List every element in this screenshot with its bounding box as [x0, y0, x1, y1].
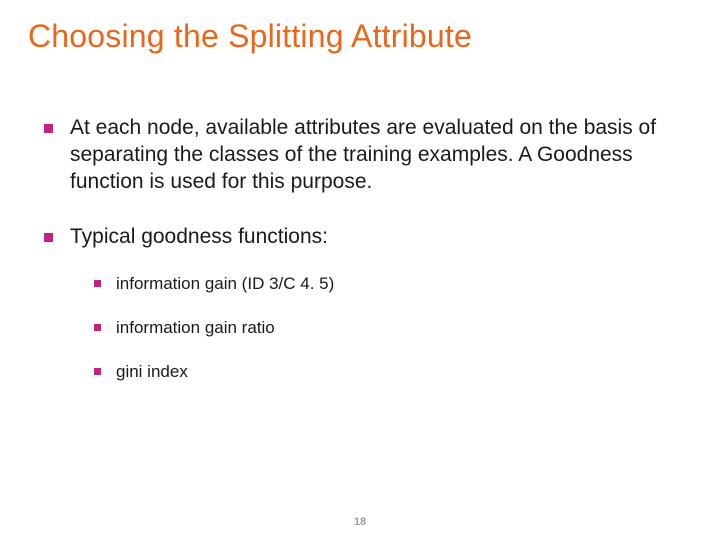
bullet-text: At each node, available attributes are e… [70, 116, 656, 193]
slide: Choosing the Splitting Attribute At each… [0, 0, 720, 540]
bullet-item: Typical goodness functions: information … [44, 224, 690, 383]
bullet-item: At each node, available attributes are e… [44, 115, 690, 196]
sub-bullet-item: information gain ratio [94, 317, 690, 339]
bullet-list: At each node, available attributes are e… [44, 115, 690, 383]
bullet-text: Typical goodness functions: [70, 225, 328, 248]
slide-title: Choosing the Splitting Attribute [28, 18, 690, 55]
page-number: 18 [0, 516, 720, 528]
sub-bullet-item: information gain (ID 3/C 4. 5) [94, 273, 690, 295]
sub-bullet-list: information gain (ID 3/C 4. 5) informati… [94, 273, 690, 383]
sub-bullet-item: gini index [94, 361, 690, 383]
